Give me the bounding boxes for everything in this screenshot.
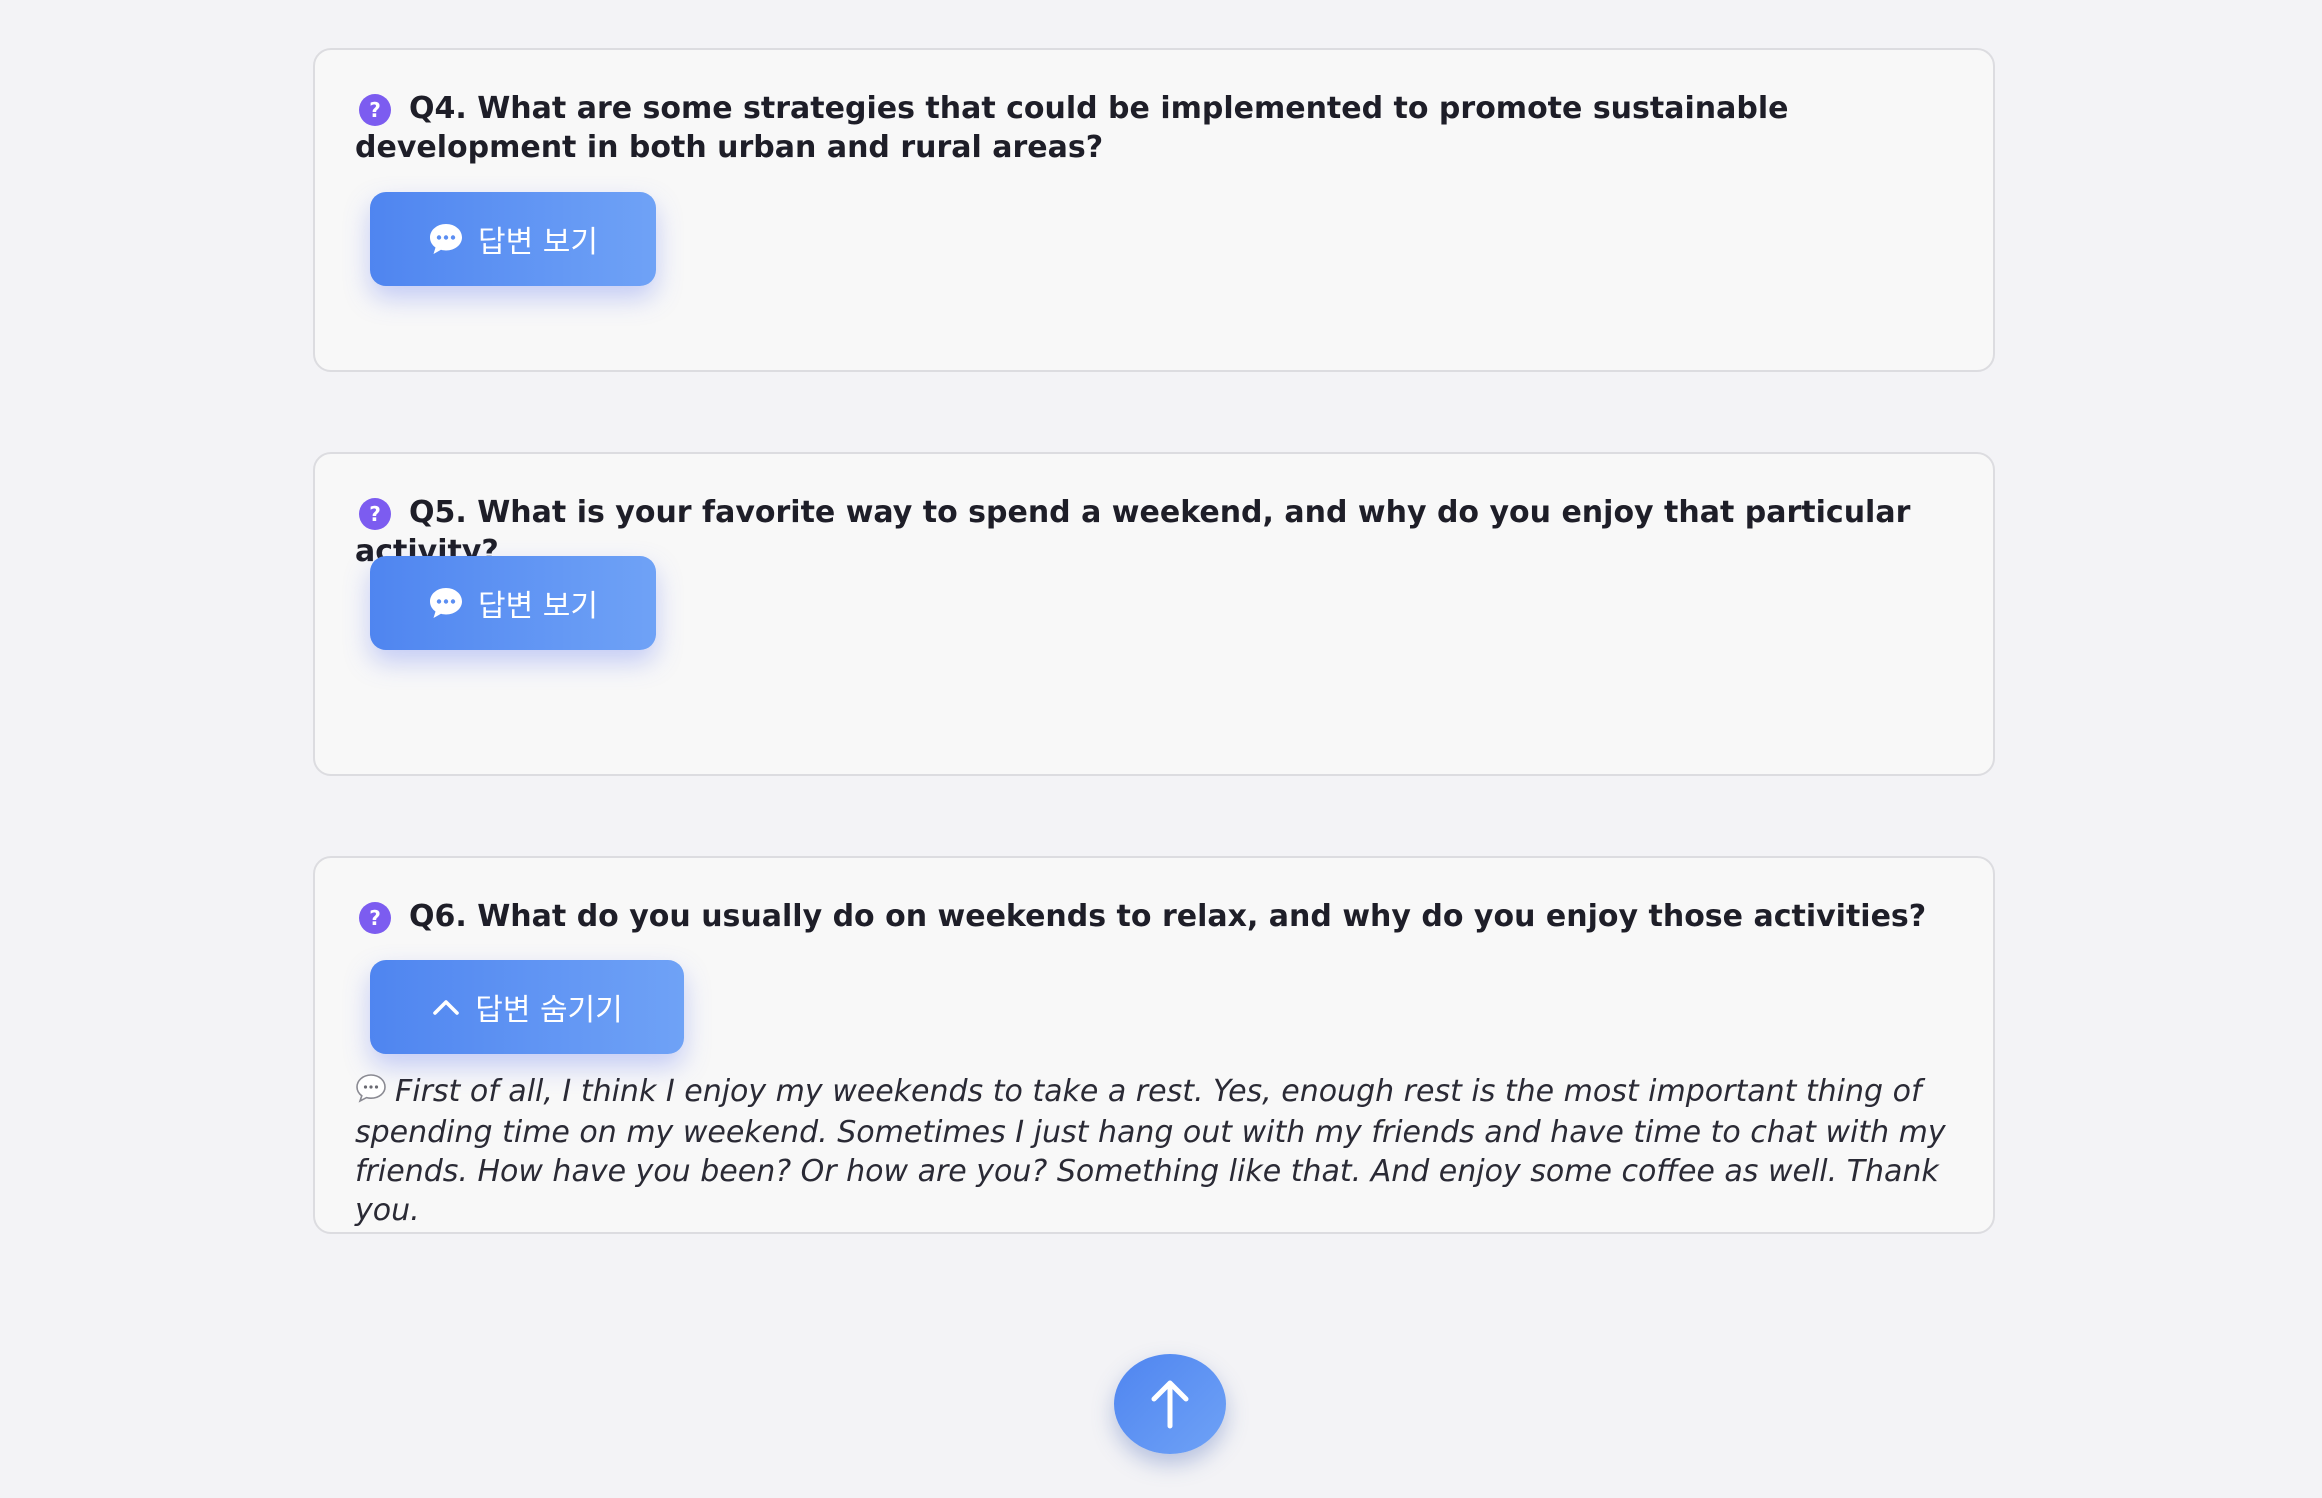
question-title: ? Q6. What do you usually do on weekends …: [355, 897, 1953, 936]
hide-answer-button[interactable]: 답변 숨기기: [370, 960, 684, 1054]
button-label: 답변 보기: [478, 589, 598, 624]
button-label: 답변 숨기기: [475, 993, 623, 1028]
answer-body: First of all, I think I enjoy my weekend…: [355, 1074, 1946, 1228]
scroll-to-top-button[interactable]: [1114, 1354, 1226, 1454]
question-icon: ?: [359, 94, 391, 126]
speech-bubble-icon: [355, 1073, 387, 1113]
show-answer-button[interactable]: 답변 보기: [370, 556, 656, 650]
answer-text: First of all, I think I enjoy my weekend…: [355, 1072, 1953, 1230]
question-card-q6: ? Q6. What do you usually do on weekends …: [313, 856, 1995, 1234]
question-card-q4: ? Q4. What are some strategies that could…: [313, 48, 1995, 372]
speech-bubble-icon: [428, 222, 464, 256]
button-label: 답변 보기: [478, 225, 598, 260]
question-text: Q4. What are some strategies that could …: [355, 91, 1789, 165]
question-icon: ?: [359, 498, 391, 530]
question-icon: ?: [359, 902, 391, 934]
question-text: Q6. What do you usually do on weekends t…: [409, 899, 1927, 934]
speech-bubble-icon: [428, 586, 464, 620]
question-title: ? Q4. What are some strategies that could…: [355, 89, 1953, 167]
chevron-up-icon: [431, 996, 461, 1018]
question-card-q5: ? Q5. What is your favorite way to spend …: [313, 452, 1995, 776]
arrow-up-icon: [1148, 1378, 1192, 1430]
show-answer-button[interactable]: 답변 보기: [370, 192, 656, 286]
